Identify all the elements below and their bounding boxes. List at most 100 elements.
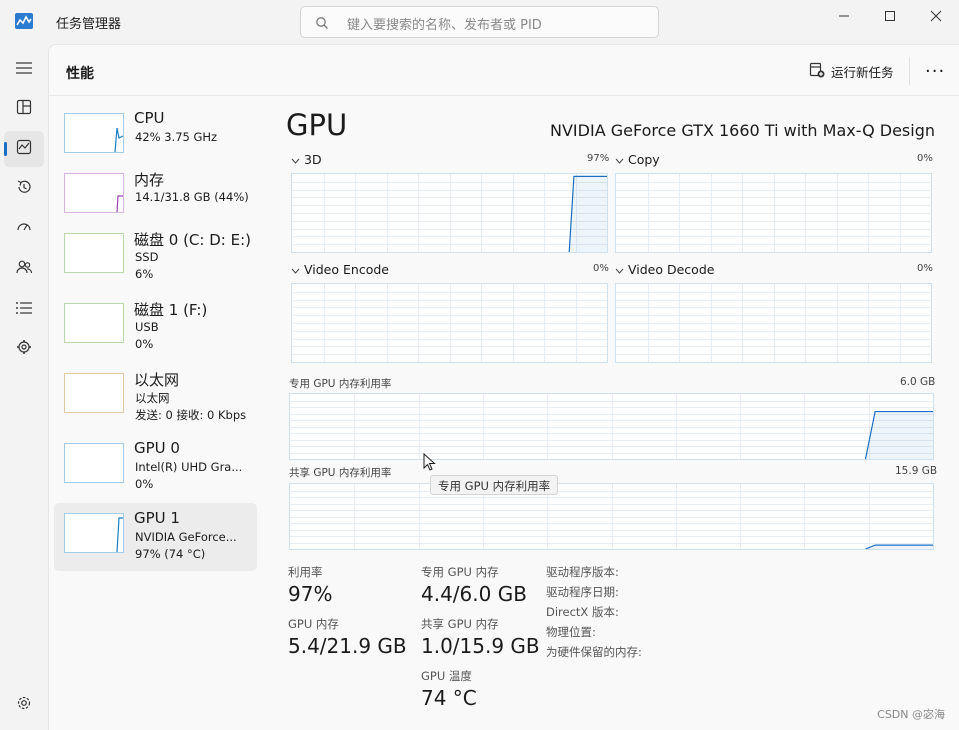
device-detail: 97% (74 °C)	[135, 547, 206, 561]
device-detail: 14.1/31.8 GB (44%)	[135, 190, 249, 204]
engine-3d-selector[interactable]: 3D	[291, 152, 322, 167]
chevron-down-icon	[615, 152, 624, 167]
driver-date-label: 驱动程序日期:	[546, 585, 619, 599]
settings-icon	[16, 695, 32, 715]
device-thumbnail-graph	[64, 513, 124, 553]
device-item[interactable]: GPU 0 Intel(R) UHD Gra... 0%	[54, 433, 257, 501]
shared-memory-stat-label: 共享 GPU 内存	[421, 617, 499, 631]
engine-copy-percent: 0%	[917, 153, 933, 164]
engine-3d-percent: 97%	[587, 153, 610, 164]
search-box[interactable]: 键入要搜索的名称、发布者或 PID	[300, 6, 659, 38]
shared-memory-label: 共享 GPU 内存利用率	[289, 467, 392, 479]
services-icon	[16, 339, 32, 359]
dedicated-memory-stat-label: 专用 GPU 内存	[421, 565, 499, 579]
close-icon	[930, 7, 942, 26]
chevron-down-icon	[291, 152, 300, 167]
engine-video-encode-label: Video Encode	[304, 262, 389, 277]
device-detail: 42% 3.75 GHz	[135, 130, 218, 144]
rail-item-services[interactable]	[4, 331, 44, 367]
rail-item-users[interactable]	[4, 251, 44, 287]
rail-item-details[interactable]	[4, 291, 44, 327]
device-thumbnail-graph	[64, 233, 124, 273]
close-button[interactable]	[913, 0, 959, 32]
chevron-down-icon	[615, 262, 624, 277]
details-icon	[16, 300, 32, 319]
engine-video-decode-percent: 0%	[917, 263, 933, 274]
thumbnail-trace	[116, 195, 123, 213]
shared-memory-stat-value: 1.0/15.9 GB	[421, 634, 540, 658]
run-new-task-button[interactable]: 运行新任务	[809, 62, 894, 81]
engine-video-decode-label: Video Decode	[628, 262, 715, 277]
gpu-model: NVIDIA GeForce GTX 1660 Ti with Max-Q De…	[550, 121, 935, 140]
device-name: 磁盘 0 (C: D: E:)	[134, 231, 251, 249]
shared-memory-graph	[289, 483, 934, 550]
device-item[interactable]: CPU 42% 3.75 GHz	[54, 103, 257, 171]
header-divider	[909, 57, 910, 85]
device-thumbnail-graph	[64, 173, 124, 213]
shared-memory-max: 15.9 GB	[895, 465, 938, 477]
device-detail: Intel(R) UHD Gra...	[135, 460, 243, 474]
device-detail: SSD	[135, 250, 159, 264]
hardware-reserved-memory-label: 为硬件保留的内存:	[546, 645, 642, 659]
device-item[interactable]: 内存 14.1/31.8 GB (44%)	[54, 163, 257, 231]
maximize-icon	[884, 7, 896, 26]
device-detail: 0%	[135, 477, 154, 491]
app-title: 任务管理器	[56, 17, 122, 32]
maximize-button[interactable]	[867, 0, 913, 32]
engine-video-encode-graph	[291, 283, 608, 363]
navigation-rail	[0, 44, 48, 730]
device-item[interactable]: 以太网 以太网 发送: 0 接收: 0 Kbps	[54, 363, 257, 431]
run-task-label: 运行新任务	[831, 65, 894, 80]
device-item[interactable]: 磁盘 1 (F:) USB 0%	[54, 293, 257, 361]
device-item[interactable]: GPU 1 NVIDIA GeForce... 97% (74 °C)	[54, 503, 257, 571]
device-detail: 6%	[135, 267, 154, 281]
engine-3d-graph	[291, 173, 608, 253]
engine-3d-label: 3D	[304, 152, 322, 167]
driver-version-label: 驱动程序版本:	[546, 565, 619, 579]
device-thumbnail-graph	[64, 303, 124, 343]
engine-video-encode-selector[interactable]: Video Encode	[291, 262, 389, 277]
performance-icon	[16, 139, 32, 159]
utilization-label: 利用率	[288, 565, 323, 579]
device-name: 内存	[134, 171, 165, 189]
engine-video-encode-percent: 0%	[593, 263, 609, 274]
page-header: 性能 运行新任务 ···	[49, 45, 959, 96]
engine-video-decode-selector[interactable]: Video Decode	[615, 262, 714, 277]
device-detail: 以太网	[135, 391, 170, 405]
run-task-icon	[809, 62, 825, 81]
page-title: 性能	[66, 66, 94, 82]
gpu-memory-label: GPU 内存	[288, 617, 339, 631]
device-detail: 发送: 0 接收: 0 Kbps	[135, 408, 247, 422]
usage-area	[569, 176, 607, 252]
minimize-icon	[838, 7, 850, 26]
gpu-temperature-label: GPU 温度	[421, 669, 472, 683]
hamburger-menu-button[interactable]	[4, 51, 44, 87]
rail-item-processes[interactable]	[4, 91, 44, 127]
thumbnail-trace	[114, 127, 124, 153]
thumbnail-trace	[116, 517, 123, 553]
minimize-button[interactable]	[821, 0, 867, 32]
rail-item-settings[interactable]	[4, 687, 44, 723]
main-panel: 性能 运行新任务 ··· CPU 42% 3.75 GHz 内存 14.1/31.8 …	[48, 44, 959, 730]
dedicated-memory-label: 专用 GPU 内存利用率	[289, 378, 392, 390]
usage-area	[865, 411, 933, 459]
device-name: GPU 1	[134, 509, 180, 527]
more-options-button[interactable]: ···	[925, 61, 945, 82]
device-detail: NVIDIA GeForce...	[135, 530, 237, 544]
rail-item-startup-apps[interactable]	[4, 211, 44, 247]
hamburger-menu-icon	[16, 60, 32, 79]
device-thumbnail-graph	[64, 373, 124, 413]
users-icon	[16, 259, 33, 279]
utilization-value: 97%	[288, 582, 333, 606]
rail-item-app-history[interactable]	[4, 171, 44, 207]
device-name: 以太网	[134, 371, 180, 389]
rail-item-performance[interactable]	[4, 131, 44, 167]
device-name: GPU 0	[134, 439, 180, 457]
search-placeholder: 键入要搜索的名称、发布者或 PID	[347, 18, 542, 33]
engine-copy-graph	[615, 173, 932, 253]
device-item[interactable]: 磁盘 0 (C: D: E:) SSD 6%	[54, 223, 257, 291]
chevron-down-icon	[291, 262, 300, 277]
processes-icon	[16, 99, 32, 119]
engine-copy-selector[interactable]: Copy	[615, 152, 660, 167]
device-thumbnail-graph	[64, 443, 124, 483]
